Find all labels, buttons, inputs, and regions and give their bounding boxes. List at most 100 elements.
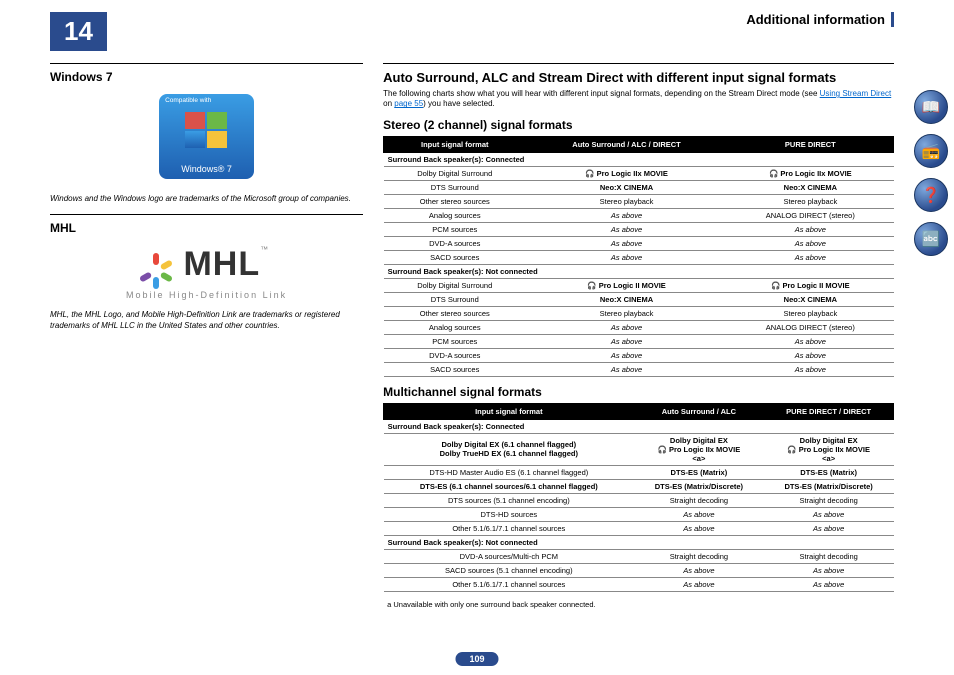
table-row: SACD sourcesAs aboveAs above <box>384 362 894 376</box>
table-cell: 🎧 Pro Logic II MOVIE <box>526 278 727 292</box>
table-cell: DTS sources (5.1 channel encoding) <box>384 493 634 507</box>
mhl-tagline: Mobile High-Definition Link <box>50 290 363 300</box>
table-row: Other 5.1/6.1/7.1 channel sourcesAs abov… <box>384 521 894 535</box>
table-header: PURE DIRECT <box>727 136 893 152</box>
table-cell: Stereo playback <box>727 194 893 208</box>
multichannel-formats-heading: Multichannel signal formats <box>383 385 894 399</box>
table-cell: Neo:X CINEMA <box>526 292 727 306</box>
multichannel-formats-table: Input signal formatAuto Surround / ALCPU… <box>383 403 894 592</box>
windows7-label: Windows® 7 <box>159 164 254 174</box>
table-cell: As above <box>764 507 894 521</box>
table-cell: DTS-ES (Matrix/Discrete) <box>764 479 894 493</box>
table-header: Input signal format <box>384 403 634 419</box>
table-cell: Dolby Digital EX🎧 Pro Logic IIx MOVIE<a> <box>764 433 894 465</box>
intro-c: ) you have selected. <box>423 99 495 108</box>
table-row: Analog sourcesAs aboveANALOG DIRECT (ste… <box>384 320 894 334</box>
table-cell: As above <box>526 348 727 362</box>
table-cell: Stereo playback <box>727 306 893 320</box>
table-cell: As above <box>727 236 893 250</box>
table-cell: Straight decoding <box>634 549 764 563</box>
table-cell: Other stereo sources <box>384 194 526 208</box>
compat-text: Compatible with <box>165 97 211 104</box>
table-cell: DTS-ES (Matrix) <box>764 465 894 479</box>
table-row: PCM sourcesAs aboveAs above <box>384 334 894 348</box>
windows7-heading: Windows 7 <box>50 70 363 84</box>
table-cell: As above <box>764 563 894 577</box>
table-cell: DVD-A sources <box>384 348 526 362</box>
table-cell: As above <box>727 362 893 376</box>
table-cell: As above <box>526 236 727 250</box>
table-row: Dolby Digital Surround🎧 Pro Logic II MOV… <box>384 278 894 292</box>
table-cell: As above <box>526 250 727 264</box>
table-cell: As above <box>526 222 727 236</box>
table-row: Dolby Digital EX (6.1 channel flagged)Do… <box>384 433 894 465</box>
table-cell: DTS Surround <box>384 180 526 194</box>
table-header: Auto Surround / ALC <box>634 403 764 419</box>
left-column: Windows 7 Compatible with Windows® 7 Win… <box>50 59 363 609</box>
table-cell: ANALOG DIRECT (stereo) <box>727 320 893 334</box>
table-cell: DTS-ES (Matrix) <box>634 465 764 479</box>
table-row: DTS-HD sourcesAs aboveAs above <box>384 507 894 521</box>
table-row: Analog sourcesAs aboveANALOG DIRECT (ste… <box>384 208 894 222</box>
table-cell: 🎧 Pro Logic II MOVIE <box>727 278 893 292</box>
table-row: PCM sourcesAs aboveAs above <box>384 222 894 236</box>
table-header: Auto Surround / ALC / DIRECT <box>526 136 727 152</box>
table-row: Other stereo sourcesStereo playbackStere… <box>384 306 894 320</box>
table-cell: DVD-A sources/Multi-ch PCM <box>384 549 634 563</box>
mhl-logo: MHL™ Mobile High-Definition Link <box>50 245 363 300</box>
footnote-a: a Unavailable with only one surround bac… <box>387 600 894 609</box>
table-cell: As above <box>634 521 764 535</box>
mhl-star-icon <box>145 254 179 288</box>
link-page-55[interactable]: page 55 <box>394 99 423 108</box>
table-cell: Straight decoding <box>764 549 894 563</box>
table-cell: As above <box>727 250 893 264</box>
table-cell: Stereo playback <box>526 306 727 320</box>
table-cell: As above <box>634 563 764 577</box>
table-cell: As above <box>764 577 894 591</box>
table-cell: As above <box>764 521 894 535</box>
table-cell: As above <box>727 222 893 236</box>
nav-device-icon[interactable]: 📻 <box>914 134 948 168</box>
link-using-stream-direct[interactable]: Using Stream Direct <box>820 89 892 98</box>
table-cell: SACD sources <box>384 362 526 376</box>
page-number: 109 <box>455 652 498 666</box>
table-row: Other 5.1/6.1/7.1 channel sourcesAs abov… <box>384 577 894 591</box>
sidebar-nav: 📖 📻 ❓ 🔤 <box>914 90 948 256</box>
table-cell: Straight decoding <box>634 493 764 507</box>
windows7-trademark: Windows and the Windows logo are tradema… <box>50 194 363 204</box>
table-row: DTS-HD Master Audio ES (6.1 channel flag… <box>384 465 894 479</box>
nav-book-icon[interactable]: 📖 <box>914 90 948 124</box>
table-row: SACD sources (5.1 channel encoding)As ab… <box>384 563 894 577</box>
nav-help-icon[interactable]: ❓ <box>914 178 948 212</box>
intro-a: The following charts show what you will … <box>383 89 820 98</box>
table-cell: As above <box>526 334 727 348</box>
table-cell: Analog sources <box>384 320 526 334</box>
table-cell: 🎧 Pro Logic IIx MOVIE <box>526 166 727 180</box>
table-cell: As above <box>634 507 764 521</box>
table-group-header: Surround Back speaker(s): Connected <box>384 419 894 433</box>
table-cell: As above <box>526 208 727 222</box>
right-column: Auto Surround, ALC and Stream Direct wit… <box>383 59 894 609</box>
table-cell: SACD sources (5.1 channel encoding) <box>384 563 634 577</box>
table-cell: Neo:X CINEMA <box>526 180 727 194</box>
table-cell: Neo:X CINEMA <box>727 180 893 194</box>
table-cell: Neo:X CINEMA <box>727 292 893 306</box>
mhl-logo-text: MHL <box>183 245 260 283</box>
table-row: DTS SurroundNeo:X CINEMANeo:X CINEMA <box>384 292 894 306</box>
table-cell: DTS-HD Master Audio ES (6.1 channel flag… <box>384 465 634 479</box>
table-cell: DVD-A sources <box>384 236 526 250</box>
nav-glossary-icon[interactable]: 🔤 <box>914 222 948 256</box>
table-row: DTS sources (5.1 channel encoding)Straig… <box>384 493 894 507</box>
table-group-header: Surround Back speaker(s): Not connected <box>384 264 894 278</box>
table-cell: SACD sources <box>384 250 526 264</box>
table-row: SACD sourcesAs aboveAs above <box>384 250 894 264</box>
table-cell: 🎧 Pro Logic IIx MOVIE <box>727 166 893 180</box>
table-cell: Dolby Digital Surround <box>384 166 526 180</box>
table-cell: Dolby Digital EX🎧 Pro Logic IIx MOVIE<a> <box>634 433 764 465</box>
table-cell: PCM sources <box>384 334 526 348</box>
table-cell: As above <box>727 334 893 348</box>
mhl-heading: MHL <box>50 221 363 235</box>
table-row: DVD-A sourcesAs aboveAs above <box>384 236 894 250</box>
table-cell: Other 5.1/6.1/7.1 channel sources <box>384 521 634 535</box>
table-row: DVD-A sources/Multi-ch PCMStraight decod… <box>384 549 894 563</box>
